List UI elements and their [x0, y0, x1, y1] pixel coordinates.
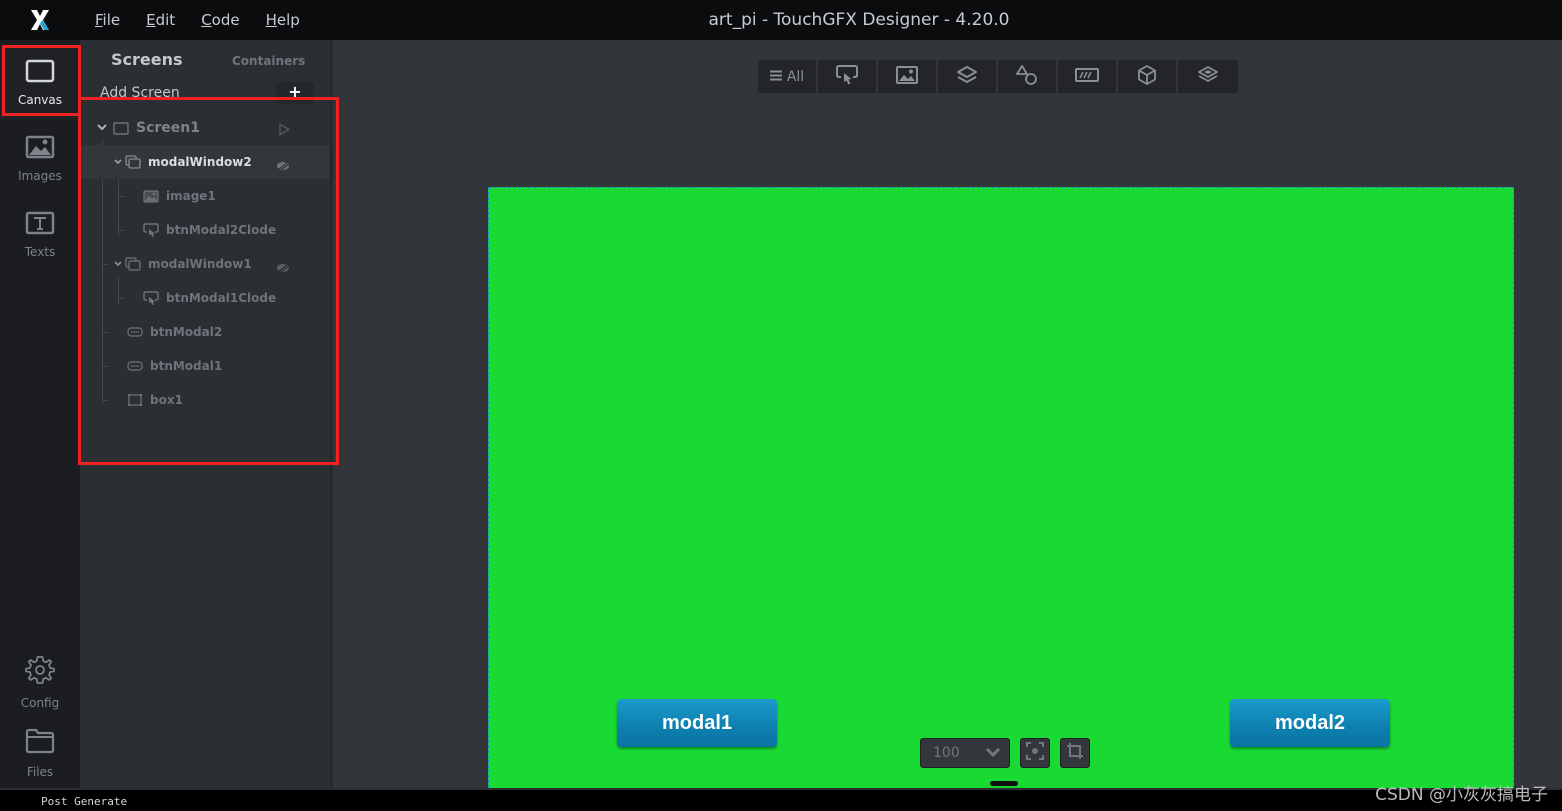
nav-config[interactable]: Config — [0, 645, 80, 719]
tree-item-modalwindow1[interactable]: modalWindow1 — [80, 247, 330, 281]
list-icon — [769, 69, 782, 85]
chevron-down-icon[interactable] — [96, 123, 108, 134]
filter-progress-button[interactable] — [1058, 60, 1118, 93]
tree-item-btnmodal1clode[interactable]: btnModal1Clode — [80, 281, 330, 315]
cube-icon — [1136, 64, 1158, 90]
add-screen-button[interactable]: + — [276, 82, 314, 104]
layers-icon — [956, 65, 978, 89]
focus-icon — [1026, 742, 1044, 764]
chevron-down-icon[interactable] — [112, 259, 124, 270]
console-line: Post Generate — [41, 795, 128, 808]
tree-item-btnmodal2clode[interactable]: btnModal2Clode — [80, 213, 330, 247]
filter-buttons-button[interactable] — [818, 60, 878, 93]
screens-panel: Screens Containers Add Screen + Screen1 … — [80, 40, 332, 788]
modal1-button[interactable]: modal1 — [617, 699, 777, 747]
shapes-icon — [1015, 64, 1039, 90]
progress-icon — [1075, 67, 1099, 86]
flex-button-icon — [142, 222, 160, 238]
chevron-down-icon[interactable] — [112, 157, 124, 168]
filter-layers-button[interactable] — [1178, 60, 1238, 93]
text-button-icon — [126, 358, 144, 374]
fit-to-screen-button[interactable] — [1020, 738, 1050, 768]
console-output: Post Generate — [0, 788, 1562, 811]
nav-files[interactable]: Files — [0, 716, 80, 790]
screen-canvas[interactable]: modal1 modal2 — [488, 187, 1514, 788]
add-screen-label: Add Screen — [100, 85, 180, 101]
tab-screens[interactable]: Screens — [111, 50, 183, 69]
left-navigation: Canvas Images Texts Config Files — [0, 40, 80, 788]
visibility-hidden-icon[interactable] — [276, 156, 290, 175]
screen-icon — [112, 120, 130, 136]
menu-help[interactable]: Help — [266, 11, 300, 29]
modal-window-icon — [124, 256, 142, 272]
nav-texts[interactable]: Texts — [0, 198, 80, 272]
panel-tabs: Screens Containers — [80, 50, 331, 72]
tree-item-modalwindow2[interactable]: modalWindow2 — [80, 145, 330, 179]
tab-containers[interactable]: Containers — [232, 54, 305, 68]
tree-item-btnmodal1[interactable]: btnModal1 — [80, 349, 330, 383]
menu-bar: File Edit Code Help — [95, 0, 300, 40]
flex-button-icon — [142, 290, 160, 306]
filter-3d-button[interactable] — [1118, 60, 1178, 93]
title-bar: File Edit Code Help art_pi - TouchGFX De… — [0, 0, 1562, 40]
zoom-level-select[interactable]: 100 — [920, 738, 1010, 768]
filter-shapes-button[interactable] — [998, 60, 1058, 93]
menu-edit[interactable]: Edit — [146, 11, 175, 29]
tree-item-btnmodal2[interactable]: btnModal2 — [80, 315, 330, 349]
tree-item-box1[interactable]: box1 — [80, 383, 330, 417]
menu-code[interactable]: Code — [201, 11, 239, 29]
canvas-icon — [25, 59, 55, 87]
filter-all-button[interactable]: All — [758, 60, 818, 93]
nav-canvas[interactable]: Canvas — [0, 46, 80, 120]
filter-images-button[interactable] — [878, 60, 938, 93]
modal-window-icon — [124, 154, 142, 170]
chevron-down-icon — [985, 745, 1001, 761]
button-icon — [835, 64, 859, 90]
console-resize-handle[interactable] — [990, 781, 1018, 786]
menu-file[interactable]: File — [95, 11, 120, 29]
folder-icon — [24, 727, 56, 759]
modal2-button[interactable]: modal2 — [1230, 699, 1390, 747]
canvas-area: All modal1 modal2 100 — [333, 40, 1562, 788]
gear-icon — [24, 654, 56, 690]
text-button-icon — [126, 324, 144, 340]
watermark: CSDN @小灰灰搞电子 — [1375, 785, 1548, 805]
crop-icon — [1066, 742, 1084, 764]
tree-item-screen1[interactable]: Screen1 — [80, 111, 330, 145]
box-icon — [126, 392, 144, 408]
nav-images[interactable]: Images — [0, 122, 80, 196]
touchgfx-logo-icon — [0, 0, 80, 40]
filter-containers-button[interactable] — [938, 60, 998, 93]
text-icon — [25, 211, 55, 239]
visibility-hidden-icon[interactable] — [276, 258, 290, 277]
image-widget-icon — [142, 188, 160, 204]
widget-filter-toolbar: All — [758, 60, 1238, 93]
tree-item-image1[interactable]: image1 — [80, 179, 330, 213]
image-icon — [896, 65, 918, 88]
zoom-controls: 100 — [920, 738, 1090, 768]
play-icon[interactable] — [278, 121, 291, 140]
image-icon — [25, 135, 55, 163]
crop-button[interactable] — [1060, 738, 1090, 768]
stack-icon — [1197, 65, 1219, 89]
